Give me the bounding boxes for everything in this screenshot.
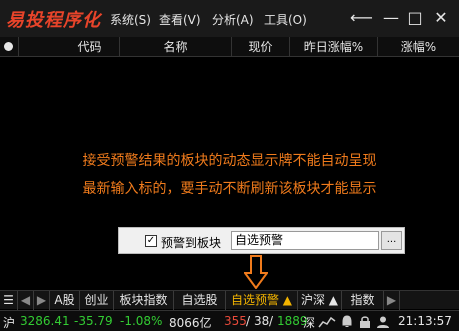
index-value: 3286.41 <box>20 314 70 328</box>
minimize-icon[interactable]: — <box>381 8 401 28</box>
status-bar: 沪 3286.41 -35.79 -1.08% 8066亿 355 / 38 /… <box>0 310 459 331</box>
tab-block-index[interactable]: 板块指数 <box>114 291 174 310</box>
warning-to-block-panel: ✓ 预警到板块 自选预警 ... <box>118 227 405 254</box>
chart-icon[interactable] <box>318 316 336 328</box>
col-name[interactable]: 名称 <box>120 37 232 57</box>
clock-time: 21:13:57 <box>398 314 452 328</box>
market-label: 沪 <box>3 316 16 330</box>
tab-watchlist-warning[interactable]: 自选预警 ▲ <box>226 291 298 310</box>
close-icon[interactable]: ✕ <box>431 8 451 28</box>
col-prev-change[interactable]: 昨日涨幅% <box>290 37 378 57</box>
menu-tools[interactable]: 工具(O) <box>264 11 307 28</box>
menu-view[interactable]: 查看(V) <box>159 11 201 28</box>
column-header: 代码 名称 现价 昨日涨幅% 涨幅% <box>0 37 459 57</box>
block-select-field[interactable]: 自选预警 <box>231 231 379 250</box>
lock-icon[interactable] <box>358 315 372 329</box>
quote-list <box>0 58 459 290</box>
prev-tab-icon[interactable]: ◀ <box>18 291 34 310</box>
market2-label: 深 <box>303 316 316 330</box>
col-change[interactable]: 涨幅% <box>378 37 459 57</box>
col-price[interactable]: 现价 <box>232 37 290 57</box>
warning-checkbox-label: 预警到板块 <box>161 236 222 250</box>
annotation-line-1: 接受预警结果的板块的动态显示牌不能自动呈现 <box>82 153 377 169</box>
annotation-line-2: 最新输入标的，要手动不断刷新该板块才能显示 <box>82 181 377 197</box>
tab-index[interactable]: 指数 <box>342 291 384 310</box>
settings-dot-icon[interactable] <box>4 42 13 51</box>
app-logo: 易投程序化 <box>6 10 101 31</box>
block-tab-bar: ☰ ◀ ▶ A股 创业 板块指数 自选股 自选预警 ▲ 沪深 ▲ 指数 ▶ <box>0 290 459 310</box>
tab-watchlist[interactable]: 自选股 <box>174 291 226 310</box>
index-pct: -1.08% <box>120 314 163 328</box>
next-tab-icon[interactable]: ▶ <box>34 291 50 310</box>
up-count: 355 <box>224 314 247 328</box>
warning-checkbox[interactable]: ✓ <box>145 235 157 247</box>
down-arrow-icon <box>244 255 268 289</box>
title-bar: 易投程序化 系统(S) 查看(V) 分析(A) 工具(O) ⟵ — □ ✕ <box>0 0 459 37</box>
col-code[interactable]: 代码 <box>60 37 120 57</box>
tab-sh-sz[interactable]: 沪深 ▲ <box>298 291 342 310</box>
tab-a-shares[interactable]: A股 <box>50 291 80 310</box>
bell-icon[interactable] <box>340 315 354 329</box>
menu-system[interactable]: 系统(S) <box>110 11 151 28</box>
index-change: -35.79 <box>74 314 113 328</box>
user-icon[interactable] <box>376 315 390 329</box>
menu-icon[interactable]: ☰ <box>0 291 18 310</box>
turnover-volume: 8066亿 <box>169 316 212 330</box>
tab-chinext[interactable]: 创业 <box>80 291 114 310</box>
menu-analysis[interactable]: 分析(A) <box>212 11 254 28</box>
scroll-right-icon[interactable]: ▶ <box>384 291 400 310</box>
maximize-icon[interactable]: □ <box>405 8 425 28</box>
back-icon[interactable]: ⟵ <box>350 8 373 28</box>
browse-button[interactable]: ... <box>381 231 402 250</box>
flat-count: 38 <box>254 314 270 328</box>
